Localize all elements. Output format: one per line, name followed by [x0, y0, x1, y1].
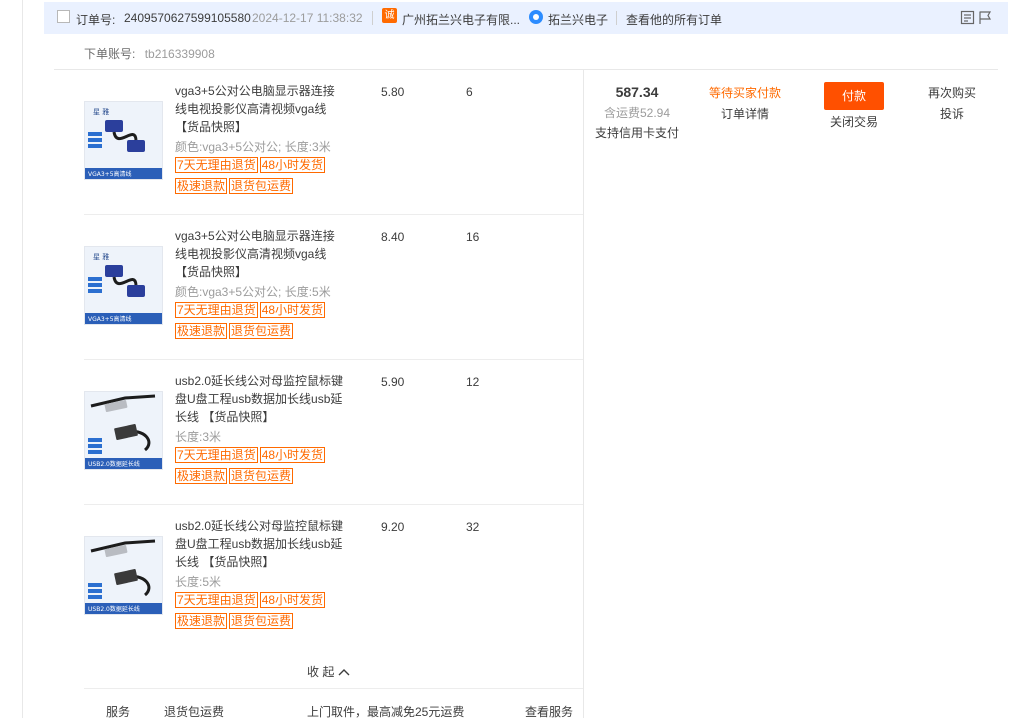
total-amount: 587.34	[615, 84, 659, 100]
note-icon[interactable]	[960, 10, 975, 25]
quantity: 32	[466, 520, 480, 534]
collapse-row: 收 起	[84, 650, 583, 689]
shop-name-link[interactable]: 广州拓兰兴电子有限...	[402, 11, 520, 28]
order-item: USB2.0数据延长线 usb2.0延长线公对母监控鼠标键盘U盘工程usb数据加…	[84, 360, 583, 505]
extra-actions: 再次购买 投诉	[906, 84, 998, 122]
unit-price: 9.20	[381, 520, 405, 534]
svg-text:星 雅: 星 雅	[93, 252, 109, 261]
product-attr: 颜色:vga3+5公对公; 长度:5米	[175, 285, 331, 299]
header-divider	[616, 11, 617, 25]
header-icons	[960, 10, 994, 26]
product-title[interactable]: usb2.0延长线公对母监控鼠标键盘U盘工程usb数据加长线usb延长线 【货品…	[175, 517, 345, 571]
chevron-up-icon[interactable]	[338, 668, 350, 676]
view-all-orders-link[interactable]: 查看他的所有订单	[626, 11, 722, 28]
snapshot-link[interactable]: 【货品快照】	[202, 410, 274, 424]
service-tag[interactable]: 退货包运费	[229, 468, 294, 484]
header-divider	[372, 11, 373, 25]
thumb-label: USB2.0数据延长线	[88, 460, 140, 468]
service-tag[interactable]: 48小时发货	[259, 157, 326, 173]
chat-icon[interactable]	[529, 10, 543, 24]
thumb-label: USB2.0数据延长线	[88, 605, 140, 613]
quantity: 12	[466, 375, 480, 389]
product-title[interactable]: usb2.0延长线公对母监控鼠标键盘U盘工程usb数据加长线usb延长线 【货品…	[175, 372, 345, 426]
flag-icon[interactable]	[978, 10, 993, 25]
product-image[interactable]: 星 雅 VGA3+5高清线	[84, 101, 163, 180]
close-order-link[interactable]: 关闭交易	[816, 113, 892, 130]
service-tags: 7天无理由退货 48小时发货 极速退款 退货包运费	[175, 592, 375, 634]
pay-button[interactable]: 付款	[824, 82, 884, 110]
service-tag[interactable]: 极速退款	[175, 613, 228, 629]
unit-price: 5.90	[381, 375, 405, 389]
service-tag[interactable]: 48小时发货	[259, 592, 326, 608]
product-image[interactable]: USB2.0数据延长线	[84, 391, 163, 470]
snapshot-link[interactable]: 【货品快照】	[202, 555, 274, 569]
order-detail-link[interactable]: 订单详情	[695, 105, 795, 122]
snapshot-link[interactable]: 【货品快照】	[175, 265, 247, 279]
account-row: 下单账号: tb216339908	[84, 45, 215, 62]
order-header: 订单号: 2409570627599105580 2024-12-17 11:3…	[44, 2, 1008, 34]
service-tag[interactable]: 7天无理由退货	[175, 592, 258, 608]
product-image[interactable]: USB2.0数据延长线	[84, 536, 163, 615]
unit-price: 8.40	[381, 230, 405, 244]
snapshot-link[interactable]: 【货品快照】	[175, 120, 247, 134]
order-number-label: 订单号:	[76, 13, 116, 27]
order-select-checkbox[interactable]	[57, 10, 70, 23]
thumb-label: VGA3+5高清线	[88, 315, 132, 323]
order-actions: 付款 关闭交易	[816, 82, 892, 130]
collapse-button[interactable]: 收 起	[307, 663, 350, 680]
order-item: 星 雅 VGA3+5高清线 vga3+5公对公电脑显示器连接线电视投影仪高清视频…	[84, 70, 583, 215]
quantity: 16	[466, 230, 480, 244]
order-total: 587.34 含运费52.94 支持信用卡支付	[584, 84, 690, 141]
service-desc: 上门取件，最高减免25元运费	[307, 705, 465, 719]
collapse-label[interactable]: 收 起	[307, 665, 334, 679]
order-item: USB2.0数据延长线 usb2.0延长线公对母监控鼠标键盘U盘工程usb数据加…	[84, 505, 583, 650]
service-tag[interactable]: 48小时发货	[259, 302, 326, 318]
shipping-fee: 含运费52.94	[603, 106, 671, 120]
account-value: tb216339908	[144, 47, 215, 61]
order-time: 2024-12-17 11:38:32	[252, 11, 363, 25]
service-tag[interactable]: 退货包运费	[229, 613, 294, 629]
order-item: 星 雅 VGA3+5高清线 vga3+5公对公电脑显示器连接线电视投影仪高清视频…	[84, 215, 583, 360]
product-title-text[interactable]: vga3+5公对公电脑显示器连接线电视投影仪高清视频vga线	[175, 229, 335, 261]
service-tags: 7天无理由退货 48小时发货 极速退款 退货包运费	[175, 447, 375, 489]
service-tag[interactable]: 极速退款	[175, 178, 228, 194]
complain-link[interactable]: 投诉	[906, 105, 998, 122]
column-divider	[583, 70, 584, 718]
service-tag[interactable]: 7天无理由退货	[175, 302, 258, 318]
service-tag[interactable]: 48小时发货	[259, 447, 326, 463]
status-text: 等待买家付款	[708, 86, 781, 100]
service-tag[interactable]: 7天无理由退货	[175, 447, 258, 463]
order-number: 2409570627599105580	[124, 11, 251, 25]
tmall-shop-icon: 诚	[382, 8, 397, 23]
service-tags: 7天无理由退货 48小时发货 极速退款 退货包运费	[175, 157, 375, 199]
service-name: 退货包运费	[164, 705, 225, 719]
service-tag[interactable]: 7天无理由退货	[175, 157, 258, 173]
quantity: 6	[466, 85, 473, 99]
product-attr: 长度:3米	[175, 430, 222, 444]
left-rail	[22, 0, 23, 718]
unit-price: 5.80	[381, 85, 405, 99]
seller-name-link[interactable]: 拓兰兴电子	[548, 11, 608, 28]
service-tag[interactable]: 退货包运费	[229, 178, 294, 194]
thumb-label: VGA3+5高清线	[88, 170, 132, 178]
product-title-text[interactable]: vga3+5公对公电脑显示器连接线电视投影仪高清视频vga线	[175, 84, 335, 116]
service-tags: 7天无理由退货 48小时发货 极速退款 退货包运费	[175, 302, 375, 344]
product-image[interactable]: 星 雅 VGA3+5高清线	[84, 246, 163, 325]
service-tag[interactable]: 退货包运费	[229, 323, 294, 339]
svg-text:星 雅: 星 雅	[93, 107, 109, 116]
product-title[interactable]: vga3+5公对公电脑显示器连接线电视投影仪高清视频vga线 【货品快照】	[175, 82, 345, 136]
service-tag[interactable]: 极速退款	[175, 323, 228, 339]
product-title[interactable]: vga3+5公对公电脑显示器连接线电视投影仪高清视频vga线 【货品快照】	[175, 227, 345, 281]
account-label: 下单账号:	[84, 47, 136, 61]
product-attr: 长度:5米	[175, 575, 222, 589]
product-attr: 颜色:vga3+5公对公; 长度:3米	[175, 140, 331, 154]
payment-note: 支持信用卡支付	[594, 126, 679, 140]
service-tag[interactable]: 极速退款	[175, 468, 228, 484]
rebuy-link[interactable]: 再次购买	[906, 84, 998, 101]
order-status: 等待买家付款 订单详情	[695, 84, 795, 122]
service-label: 服务	[106, 705, 131, 719]
view-service-link[interactable]: 查看服务	[525, 703, 573, 720]
